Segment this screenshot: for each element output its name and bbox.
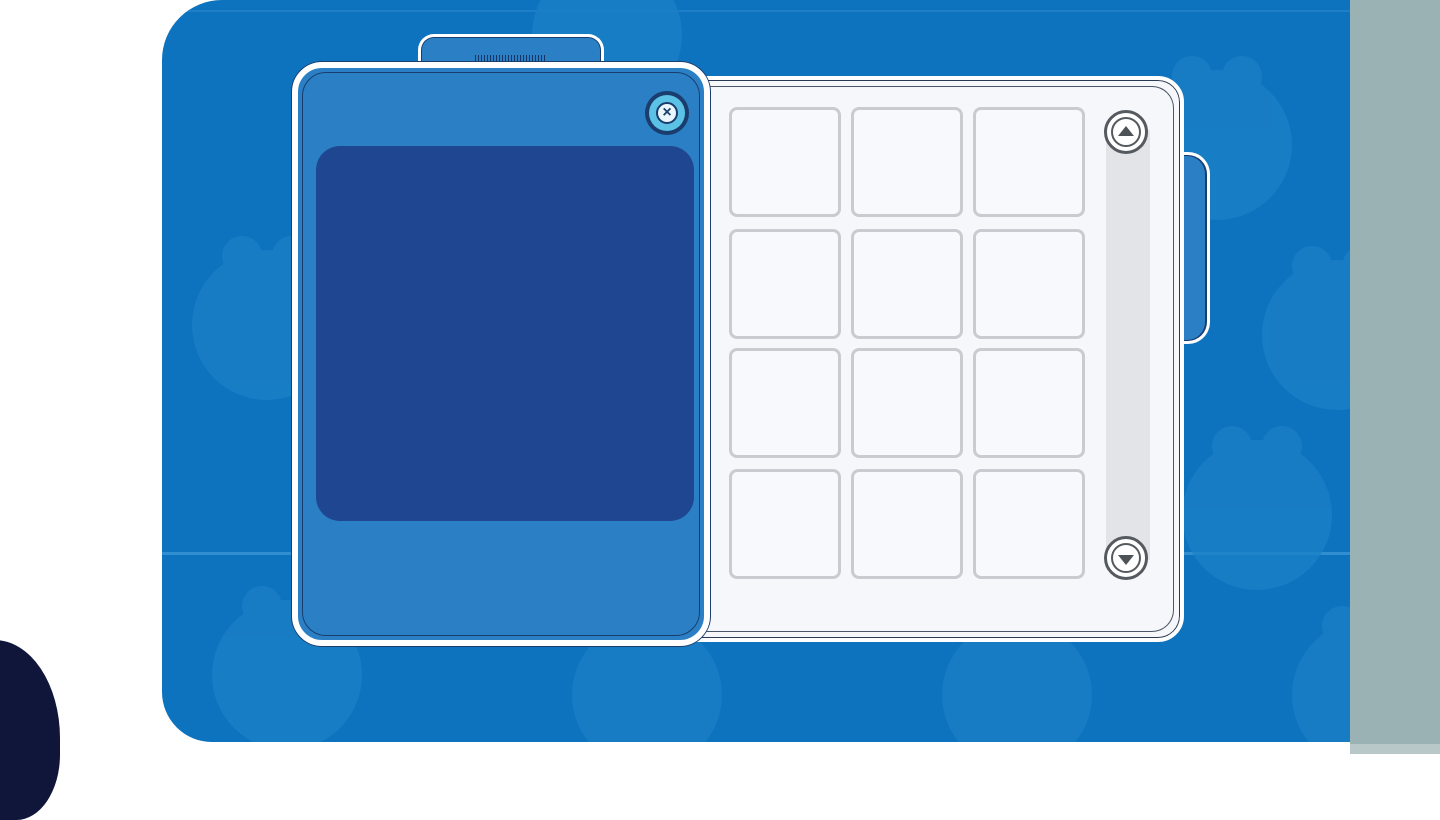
inventory-slot[interactable]: [729, 348, 841, 458]
inventory-slot[interactable]: [851, 348, 963, 458]
close-button[interactable]: ×: [645, 91, 689, 135]
scroll-down-button[interactable]: [1104, 536, 1148, 580]
puffle-pattern-icon: [1262, 246, 1350, 410]
side-panel-strip: [1350, 744, 1440, 754]
puffle-pattern-icon: [1292, 606, 1350, 742]
scrollbar-track[interactable]: [1106, 130, 1150, 560]
background-line: [162, 10, 1350, 12]
puffle-pattern-icon: [1182, 426, 1332, 590]
scroll-up-button[interactable]: [1104, 110, 1148, 154]
background-shape: [0, 640, 60, 820]
inventory-slot[interactable]: [973, 348, 1085, 458]
inventory-slot[interactable]: [851, 229, 963, 339]
inventory-slot[interactable]: [973, 229, 1085, 339]
inventory-slot[interactable]: [973, 469, 1085, 579]
scroll-down-icon: [1111, 543, 1141, 573]
inventory-slot[interactable]: [729, 229, 841, 339]
close-x-icon: ×: [656, 102, 678, 124]
inventory-slot[interactable]: [851, 469, 963, 579]
inventory-slot[interactable]: [729, 469, 841, 579]
inventory-slot[interactable]: [851, 107, 963, 217]
scroll-up-icon: [1111, 117, 1141, 147]
close-button-ring: ×: [649, 95, 685, 131]
side-panel: [1350, 0, 1440, 754]
inventory-slot[interactable]: [973, 107, 1085, 217]
player-preview: [316, 146, 694, 521]
inventory-slot[interactable]: [729, 107, 841, 217]
